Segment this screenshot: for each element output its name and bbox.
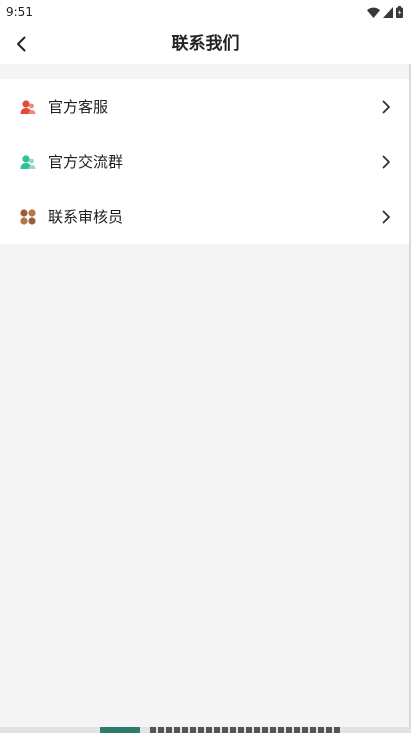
- chevron-right-icon: [382, 100, 390, 113]
- contact-menu: 官方客服 官方交流群 联系审核员: [0, 79, 409, 244]
- back-button[interactable]: [6, 29, 36, 59]
- chevron-right-icon: [382, 155, 390, 168]
- user-group-icon: [20, 154, 36, 169]
- battery-icon: [396, 6, 403, 18]
- menu-item-group-chat[interactable]: 官方交流群: [0, 134, 409, 189]
- signal-icon: [383, 6, 393, 18]
- menu-item-label: 官方客服: [48, 98, 109, 116]
- grid-circles-icon: [20, 208, 36, 225]
- wifi-icon: [367, 7, 380, 18]
- menu-item-label: 官方交流群: [48, 153, 124, 171]
- page-title: 联系我们: [171, 34, 240, 54]
- menu-item-label: 联系审核员: [48, 208, 124, 226]
- peek-text: [150, 727, 340, 733]
- menu-item-contact-reviewer[interactable]: 联系审核员: [0, 189, 409, 244]
- status-icons: [367, 6, 403, 18]
- status-bar: 9:51: [0, 0, 411, 24]
- chevron-right-icon: [382, 210, 390, 223]
- peek-accent: [100, 727, 140, 733]
- chevron-left-icon: [17, 36, 26, 52]
- customer-service-icon: [20, 99, 36, 114]
- header-bar: 联系我们: [0, 24, 411, 64]
- menu-item-customer-service[interactable]: 官方客服: [0, 79, 409, 134]
- underlying-content-peek: [0, 727, 411, 733]
- status-time: 9:51: [6, 5, 33, 19]
